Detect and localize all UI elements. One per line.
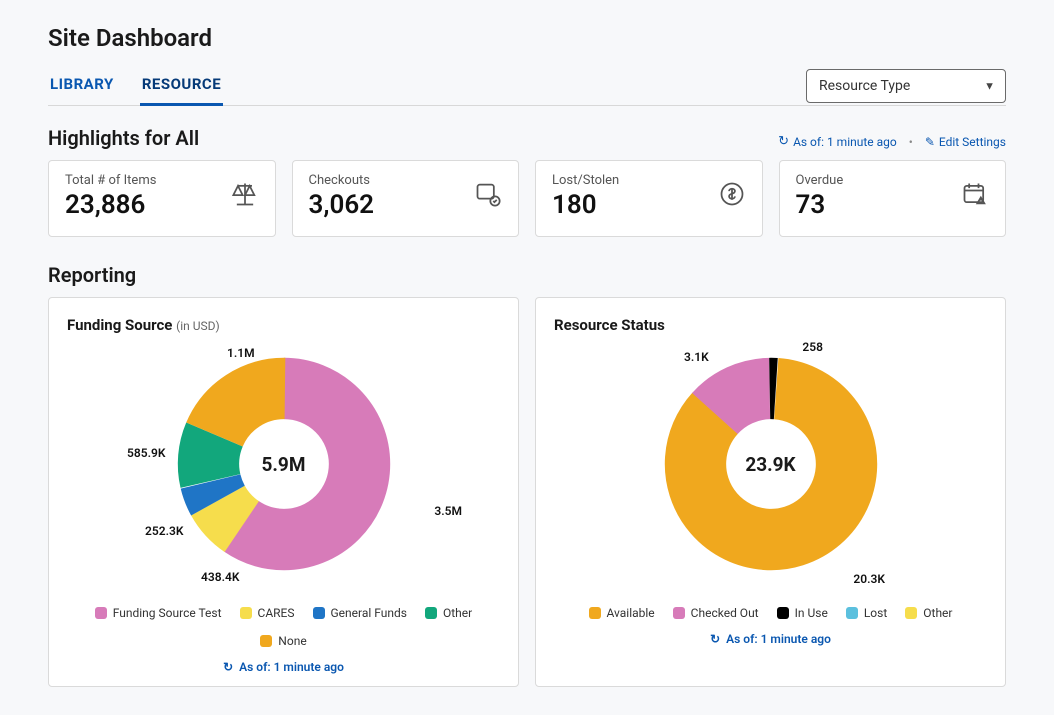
highlight-card-overdue[interactable]: Overdue 73 — [779, 160, 1007, 237]
tab-resource[interactable]: RESOURCE — [140, 67, 223, 106]
legend-label: Available — [607, 606, 655, 620]
legend-swatch — [589, 607, 601, 619]
legend-label: Other — [443, 606, 472, 620]
legend-item[interactable]: CARES — [240, 606, 295, 620]
highlights-title: Highlights for All — [48, 126, 199, 150]
card-value: 73 — [796, 190, 844, 220]
legend-item[interactable]: In Use — [777, 606, 828, 620]
card-value: 180 — [552, 190, 619, 220]
resource-type-label: Resource Type — [819, 78, 910, 94]
legend-swatch — [777, 607, 789, 619]
chevron-down-icon: ▼ — [984, 79, 995, 92]
legend-swatch — [425, 607, 437, 619]
slice-label-other: 585.9K — [127, 446, 165, 460]
legend-item[interactable]: Checked Out — [673, 606, 759, 620]
funding-chart: 5.9M 3.5M 438.4K 252.3K 585.9K 1.1M — [67, 342, 500, 588]
page-title: Site Dashboard — [48, 24, 1006, 52]
donut-center-value: 23.9K — [653, 346, 889, 582]
panel-title: Resource Status — [554, 316, 987, 334]
dollar-circle-icon — [718, 180, 746, 214]
slice-label-gf: 252.3K — [145, 524, 183, 538]
card-value: 23,886 — [65, 190, 156, 220]
refresh-icon[interactable]: ↻ — [223, 660, 233, 674]
card-value: 3,062 — [309, 190, 375, 220]
card-label: Overdue — [796, 173, 844, 188]
legend-label: CARES — [258, 606, 295, 620]
legend-swatch — [95, 607, 107, 619]
highlight-card-lost-stolen[interactable]: Lost/Stolen 180 — [535, 160, 763, 237]
legend-swatch — [313, 607, 325, 619]
slice-label-cares: 438.4K — [201, 570, 239, 584]
refresh-icon: ↻ — [778, 134, 789, 149]
legend-label: None — [278, 634, 306, 648]
panel-title: Funding Source (in USD) — [67, 316, 500, 334]
donut-center-value: 5.9M — [166, 346, 402, 582]
legend-item[interactable]: Other — [425, 606, 472, 620]
balance-icon — [231, 180, 259, 214]
legend-item[interactable]: Lost — [846, 606, 887, 620]
legend-item[interactable]: Other — [905, 606, 952, 620]
legend-label: General Funds — [331, 606, 408, 620]
resource-type-select[interactable]: Resource Type ▼ — [806, 69, 1006, 103]
refresh-icon[interactable]: ↻ — [710, 632, 720, 646]
legend-swatch — [905, 607, 917, 619]
slice-label-checked-out: 3.1K — [684, 350, 709, 364]
card-label: Checkouts — [309, 173, 375, 188]
panel-title-sub: (in USD) — [176, 319, 220, 333]
edit-settings-button[interactable]: ✎ Edit Settings — [925, 135, 1006, 149]
legend-swatch — [846, 607, 858, 619]
panel-title-text: Funding Source — [67, 316, 172, 334]
panel-funding-source: Funding Source (in USD) 5.9M 3.5M — [48, 297, 519, 687]
edit-settings-label: Edit Settings — [939, 135, 1006, 149]
panel-resource-status: Resource Status 23.9K 20.3K 3.1K 258 A — [535, 297, 1006, 687]
tabbar: LIBRARY RESOURCE Resource Type ▼ — [48, 66, 1006, 106]
calendar-alert-icon — [961, 180, 989, 214]
slice-label-fst: 3.5M — [434, 504, 462, 518]
highlights-as-of[interactable]: ↻ As of: 1 minute ago — [778, 134, 897, 149]
slice-label-none: 1.1M — [227, 346, 255, 360]
as-of-label: As of: 1 minute ago — [793, 135, 897, 149]
legend-item[interactable]: None — [260, 634, 306, 648]
legend-label: In Use — [795, 606, 828, 620]
card-label: Lost/Stolen — [552, 173, 619, 188]
tab-library[interactable]: LIBRARY — [48, 67, 116, 106]
legend-item[interactable]: Funding Source Test — [95, 606, 222, 620]
legend-swatch — [673, 607, 685, 619]
reporting-title: Reporting — [48, 263, 1006, 287]
legend-item[interactable]: General Funds — [313, 606, 408, 620]
legend-label: Other — [923, 606, 952, 620]
separator-dot: • — [909, 135, 913, 149]
pencil-icon: ✎ — [925, 135, 935, 149]
safe-check-icon — [474, 180, 502, 214]
legend-label: Checked Out — [691, 606, 759, 620]
highlight-card-total-items[interactable]: Total # of Items 23,886 — [48, 160, 276, 237]
status-legend: Available Checked Out In Use Lost Other — [554, 606, 987, 620]
legend-label: Lost — [864, 606, 887, 620]
panel-title-text: Resource Status — [554, 316, 665, 334]
highlight-card-checkouts[interactable]: Checkouts 3,062 — [292, 160, 520, 237]
card-label: Total # of Items — [65, 173, 156, 188]
status-chart: 23.9K 20.3K 3.1K 258 — [554, 342, 987, 588]
legend-swatch — [260, 635, 272, 647]
legend-swatch — [240, 607, 252, 619]
panel-as-of: As of: 1 minute ago — [726, 632, 831, 646]
funding-legend: Funding Source Test CARES General Funds … — [67, 606, 500, 648]
slice-label-in-use: 258 — [802, 340, 823, 354]
slice-label-available: 20.3K — [853, 572, 885, 586]
panel-as-of: As of: 1 minute ago — [239, 660, 344, 674]
legend-label: Funding Source Test — [113, 606, 222, 620]
legend-item[interactable]: Available — [589, 606, 655, 620]
